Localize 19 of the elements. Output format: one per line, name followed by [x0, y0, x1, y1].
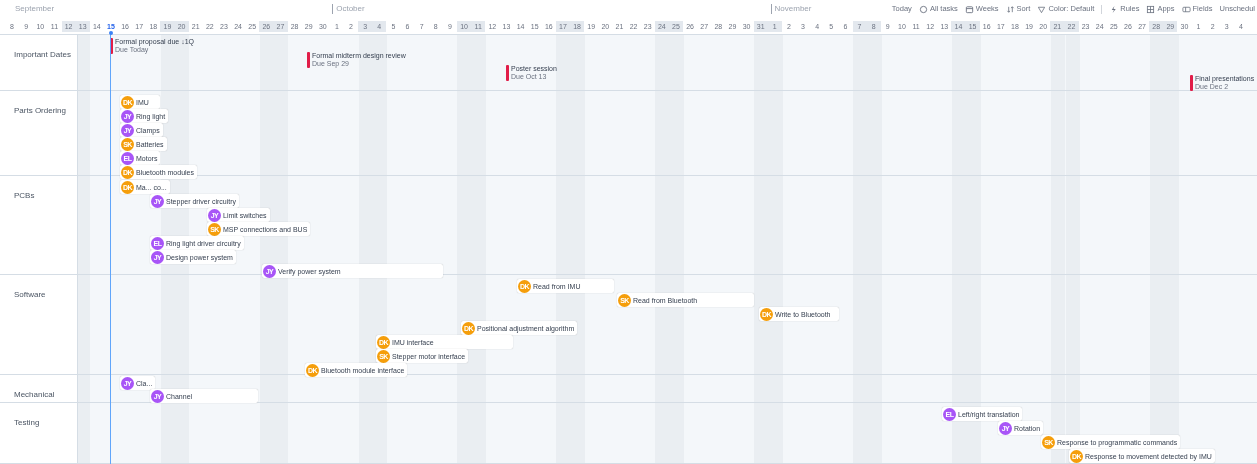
- group-label: Important Dates: [14, 50, 71, 59]
- circle-icon: [918, 4, 928, 14]
- group-label: PCBs: [14, 191, 35, 200]
- group-label: Testing: [14, 418, 40, 427]
- milestone-marker: [1190, 75, 1193, 91]
- group-label: Parts Ordering: [14, 106, 67, 115]
- filter-icon: [1037, 4, 1047, 14]
- month-label: November: [770, 4, 812, 14]
- group-label: Software: [14, 290, 46, 299]
- month-label: October: [332, 4, 365, 14]
- calendar-icon: [964, 4, 974, 14]
- grid-icon: [1146, 4, 1156, 14]
- sort-icon: [1005, 4, 1015, 14]
- milestone-marker: [506, 65, 509, 81]
- today-marker: [108, 31, 113, 35]
- group-label: Mechanical: [14, 390, 55, 399]
- table-icon: [1181, 4, 1191, 14]
- milestone-marker: [307, 52, 310, 68]
- month-label: September: [15, 4, 55, 14]
